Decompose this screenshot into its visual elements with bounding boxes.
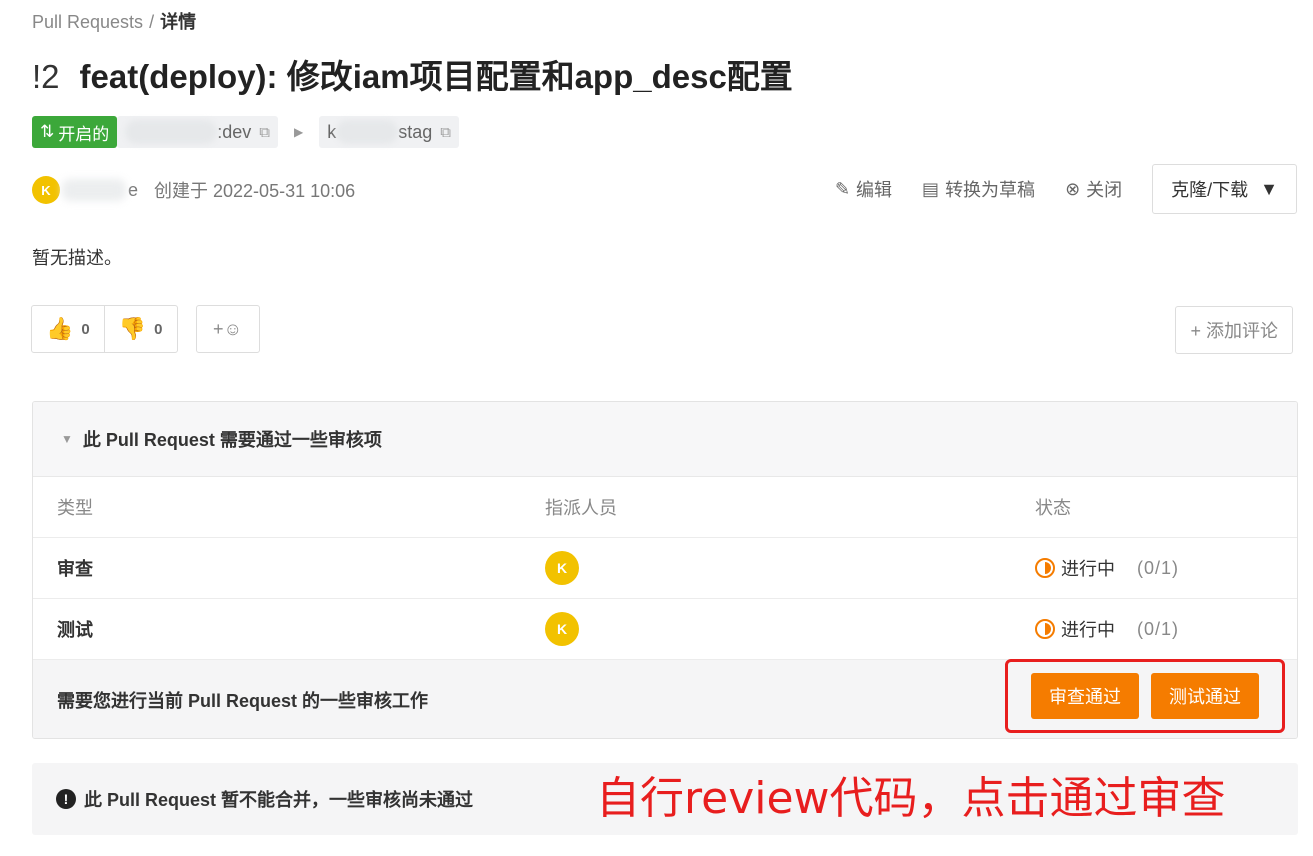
- avatar[interactable]: K: [32, 176, 60, 204]
- thumbs-up-button[interactable]: 👍 0: [32, 306, 104, 352]
- target-branch-name: stag: [398, 121, 433, 142]
- in-progress-icon: [1035, 558, 1055, 578]
- column-status: 状态: [1035, 498, 1071, 518]
- branch-row: ⇅ 开启的 :dev ⧉ ▶ k stag ⧉: [32, 116, 459, 148]
- breadcrumb-separator: /: [149, 12, 155, 32]
- table-header-row: 类型 指派人员 状态: [33, 477, 1297, 538]
- in-progress-icon: [1035, 619, 1055, 639]
- redacted-text: [336, 120, 399, 144]
- add-emoji-plus: +: [213, 318, 224, 339]
- thumbs-down-icon: 👎: [118, 316, 147, 341]
- status-text: 进行中: [1061, 559, 1115, 579]
- review-panel: ▼ 此 Pull Request 需要通过一些审核项 类型 指派人员 状态 审查…: [32, 401, 1298, 739]
- clone-download-button[interactable]: 克隆/下载 ▼: [1152, 164, 1297, 214]
- status-count: (0/1): [1137, 557, 1180, 578]
- thumbs-down-count: 0: [154, 320, 163, 338]
- approve-review-button[interactable]: 审查通过: [1031, 673, 1139, 719]
- breadcrumb: Pull Requests / 详情: [32, 8, 196, 34]
- review-type: 测试: [57, 620, 93, 640]
- approve-test-button[interactable]: 测试通过: [1151, 673, 1259, 719]
- copy-icon[interactable]: ⧉: [440, 124, 451, 141]
- pr-description: 暂无描述。: [32, 248, 122, 268]
- arrow-right-icon: ▶: [294, 125, 304, 139]
- close-pr-label: 关闭: [1086, 180, 1123, 200]
- created-time: 创建于 2022-05-31 10:06: [154, 181, 356, 201]
- copy-icon[interactable]: ⧉: [259, 124, 270, 141]
- review-type: 审查: [57, 559, 93, 579]
- table-row: 审查 K 进行中 (0/1): [33, 538, 1297, 599]
- review-status: 进行中 (0/1): [1035, 555, 1179, 581]
- thumbs-down-button[interactable]: 👎 0: [103, 306, 177, 352]
- caret-down-icon: ▼: [61, 432, 73, 446]
- merge-status-text: 此 Pull Request 暂不能合并，一些审核尚未通过: [84, 790, 474, 810]
- thumbs-up-count: 0: [81, 320, 90, 338]
- highlight-box: 审查通过 测试通过: [1005, 659, 1285, 733]
- assignee: K: [545, 551, 579, 585]
- reaction-group: 👍 0 👎 0: [31, 305, 178, 353]
- breadcrumb-current: 详情: [160, 12, 197, 32]
- column-type: 类型: [57, 498, 93, 518]
- edit-icon: ✎: [834, 178, 851, 199]
- target-branch[interactable]: k stag ⧉: [319, 116, 459, 148]
- draft-icon: ▤: [922, 178, 940, 199]
- convert-draft-button[interactable]: ▤ 转换为草稿: [922, 176, 1035, 202]
- status-count: (0/1): [1137, 618, 1180, 639]
- pr-title: feat(deploy): 修改iam项目配置和app_desc配置: [79, 58, 793, 95]
- annotation-text: 自行review代码，点击通过审查: [596, 773, 1226, 824]
- review-header-text: 此 Pull Request 需要通过一些审核项: [82, 430, 382, 450]
- thumbs-up-icon: 👍: [46, 316, 74, 341]
- target-branch-prefix: k: [327, 121, 337, 142]
- status-badge: ⇅ 开启的: [32, 116, 118, 148]
- source-branch-name: :dev: [217, 121, 252, 142]
- add-emoji-button[interactable]: + ☺: [195, 305, 260, 353]
- status-text: 进行中: [1061, 620, 1115, 640]
- breadcrumb-parent[interactable]: Pull Requests: [32, 12, 143, 32]
- edit-label: 编辑: [856, 180, 893, 200]
- review-footer-text: 需要您进行当前 Pull Request 的一些审核工作: [57, 691, 429, 711]
- source-branch[interactable]: :dev ⧉: [117, 116, 278, 148]
- page-title: !2 feat(deploy): 修改iam项目配置和app_desc配置: [32, 50, 793, 98]
- merge-branch-icon: ⇅: [40, 122, 55, 141]
- close-circle-icon: ⊗: [1065, 178, 1081, 199]
- column-assignee: 指派人员: [545, 498, 617, 518]
- redacted-text: [125, 120, 218, 144]
- add-comment-button[interactable]: + 添加评论: [1175, 306, 1293, 354]
- author-row: K e 创建于 2022-05-31 10:06: [32, 174, 355, 206]
- edit-button[interactable]: ✎ 编辑: [835, 176, 892, 202]
- table-row: 测试 K 进行中 (0/1): [33, 599, 1297, 660]
- alert-icon: !: [56, 789, 76, 809]
- assignee: K: [545, 612, 579, 646]
- avatar[interactable]: K: [545, 612, 579, 646]
- review-panel-header[interactable]: ▼ 此 Pull Request 需要通过一些审核项: [33, 402, 1297, 477]
- author-name-suffix[interactable]: e: [128, 180, 138, 201]
- convert-draft-label: 转换为草稿: [945, 180, 1036, 200]
- smiley-icon: ☺: [223, 318, 242, 339]
- close-pr-button[interactable]: ⊗ 关闭: [1065, 176, 1122, 202]
- reactions: 👍 0 👎 0 + ☺: [31, 305, 260, 353]
- pr-actions: ✎ 编辑 ▤ 转换为草稿 ⊗ 关闭 克隆/下载 ▼: [835, 164, 1297, 214]
- avatar[interactable]: K: [545, 551, 579, 585]
- redacted-author-name: [62, 179, 126, 201]
- clone-download-label: 克隆/下载: [1171, 180, 1249, 200]
- caret-down-icon: ▼: [1260, 178, 1278, 199]
- pr-number: !2: [32, 58, 60, 95]
- review-status: 进行中 (0/1): [1035, 616, 1179, 642]
- status-badge-label: 开启的: [58, 124, 110, 144]
